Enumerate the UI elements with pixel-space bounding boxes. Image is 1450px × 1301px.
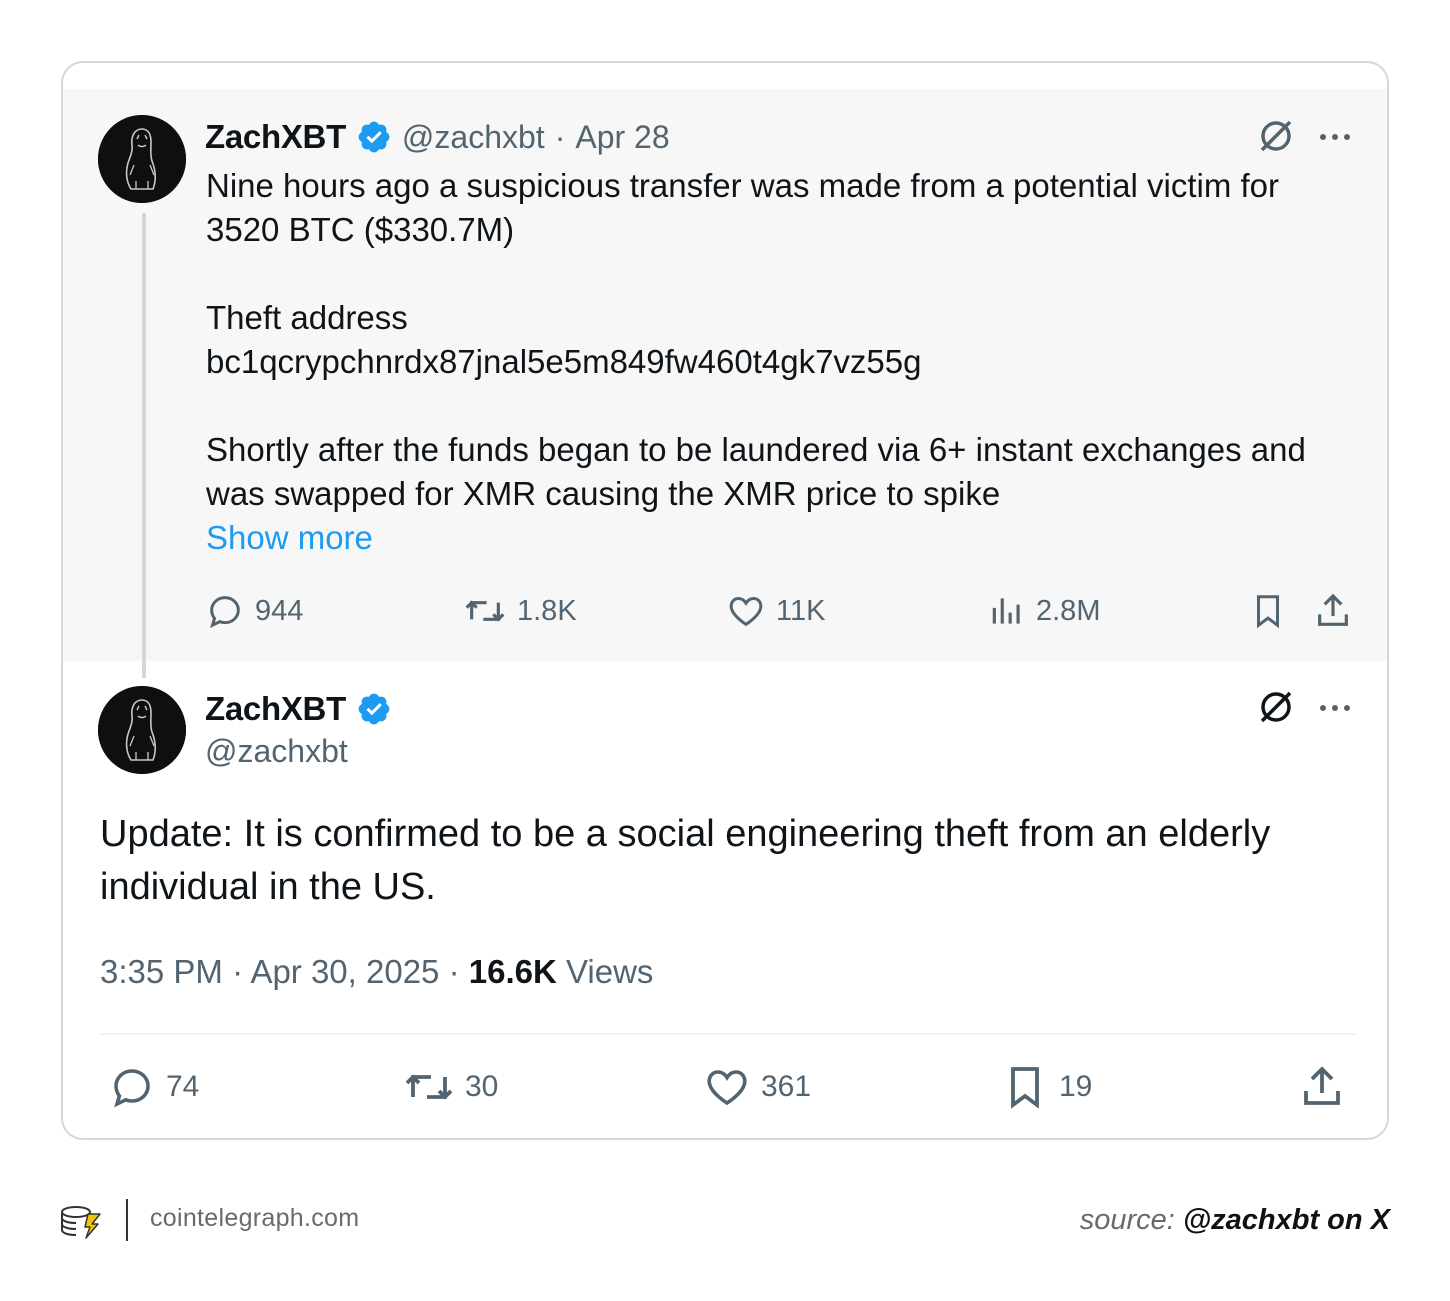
more-icon[interactable] xyxy=(1317,690,1353,726)
bookmark-icon xyxy=(1011,1067,1039,1109)
more-icon[interactable] xyxy=(1317,119,1353,155)
tweet-date[interactable]: Apr 28 xyxy=(575,119,669,156)
grok-icon[interactable] xyxy=(1256,687,1296,727)
grok-icon[interactable] xyxy=(1256,116,1296,156)
reply-button[interactable]: 944 xyxy=(205,591,303,631)
author-name[interactable]: ZachXBT xyxy=(205,690,346,728)
views-icon xyxy=(992,598,1020,624)
author-handle[interactable]: @zachxbt xyxy=(205,733,348,770)
cointelegraph-logo-icon xyxy=(58,1198,104,1244)
source-handle: @zachxbt on X xyxy=(1182,1204,1390,1236)
text-line: 3520 BTC ($330.7M) xyxy=(206,211,515,248)
text-line: bc1qcrypchnrdx87jnal5e5m849fw460t4gk7vz5… xyxy=(206,343,922,380)
tweet-meta: 3:35 PM · Apr 30, 2025 · 16.6K Views xyxy=(100,953,653,991)
repost-count: 30 xyxy=(465,1070,499,1103)
text-line: Update: It is confirmed to be a social e… xyxy=(100,813,1271,855)
verified-badge-icon xyxy=(356,691,392,727)
bookmark-icon xyxy=(1256,595,1280,629)
verified-badge-icon xyxy=(356,119,392,155)
footer-site: cointelegraph.com xyxy=(150,1204,360,1232)
views-label: Views xyxy=(566,953,654,990)
author-name[interactable]: ZachXBT xyxy=(205,118,346,156)
source-prefix: source: xyxy=(1079,1204,1175,1236)
like-count: 11K xyxy=(776,594,826,627)
footer-separator xyxy=(126,1199,128,1241)
views-count: 2.8M xyxy=(1036,594,1101,627)
text-line: was swapped for XMR causing the XMR pric… xyxy=(206,475,1001,512)
thread-line xyxy=(142,213,146,678)
like-icon xyxy=(707,1070,747,1106)
bookmark-count: 19 xyxy=(1059,1070,1093,1103)
tweet-date[interactable]: Apr 30, 2025 xyxy=(250,953,439,990)
views-count: 16.6K xyxy=(468,953,557,990)
separator: · xyxy=(448,953,460,990)
share-icon xyxy=(1304,1066,1340,1105)
repost-icon xyxy=(465,600,505,622)
text-line: Shortly after the funds began to be laun… xyxy=(206,431,1306,468)
tweet-card: ZachXBT @zachxbt · Apr 28 Nine hours ago… xyxy=(61,61,1389,1140)
main-tweet-text: Update: It is confirmed to be a social e… xyxy=(100,808,1340,914)
bookmark-button[interactable] xyxy=(1249,591,1287,631)
reply-count: 74 xyxy=(166,1070,200,1103)
share-button[interactable] xyxy=(1313,591,1353,631)
repost-button[interactable]: 1.8K xyxy=(463,591,577,631)
like-button[interactable]: 11K xyxy=(726,591,825,631)
text-line: individual in the US. xyxy=(100,866,436,908)
text-line: Nine hours ago a suspicious transfer was… xyxy=(206,167,1279,204)
share-button[interactable] xyxy=(1298,1063,1346,1111)
like-button[interactable]: 361 xyxy=(703,1063,811,1111)
footer-source: source: @zachxbt on X xyxy=(1080,1204,1390,1237)
avatar[interactable] xyxy=(98,115,186,203)
reply-count: 944 xyxy=(255,594,304,627)
main-tweet-header: ZachXBT xyxy=(205,687,392,731)
avatar[interactable] xyxy=(98,686,186,774)
separator: · xyxy=(232,953,244,990)
reply-icon xyxy=(114,1069,150,1108)
divider xyxy=(100,1033,1356,1035)
show-more-link[interactable]: Show more xyxy=(206,516,1306,560)
repost-button[interactable]: 30 xyxy=(403,1063,498,1111)
reply-icon xyxy=(210,596,240,628)
author-handle[interactable]: @zachxbt xyxy=(402,119,545,156)
tweet-time[interactable]: 3:35 PM xyxy=(100,953,223,990)
parent-tweet-header: ZachXBT @zachxbt · Apr 28 xyxy=(205,115,670,159)
share-icon xyxy=(1318,593,1348,626)
repost-count: 1.8K xyxy=(517,594,577,627)
reply-button[interactable]: 74 xyxy=(108,1063,199,1111)
like-icon xyxy=(729,596,763,627)
like-count: 361 xyxy=(761,1070,812,1103)
separator: · xyxy=(554,118,566,155)
bookmark-button[interactable]: 19 xyxy=(1001,1063,1092,1111)
parent-tweet-text: Nine hours ago a suspicious transfer was… xyxy=(206,164,1306,560)
repost-icon xyxy=(405,1074,453,1100)
views-button[interactable]: 2.8M xyxy=(988,591,1100,631)
text-line: Theft address xyxy=(206,299,408,336)
